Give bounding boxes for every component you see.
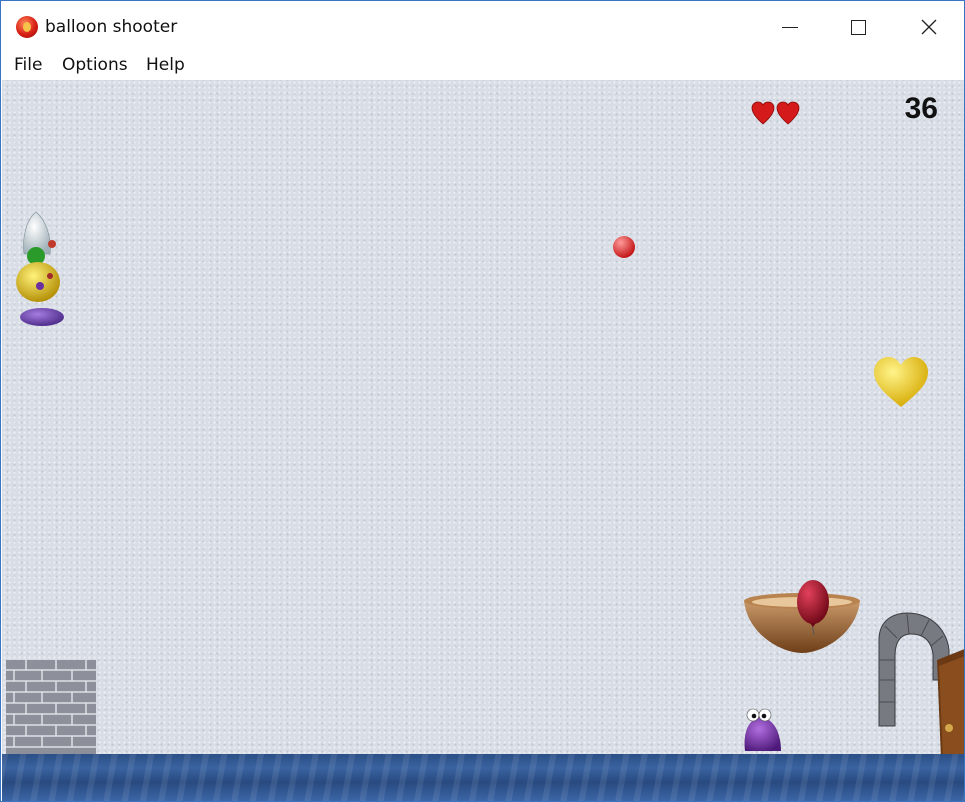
close-button[interactable] [906,7,952,47]
menu-bar: File Options Help [1,51,964,79]
yellow-heart-balloon[interactable] [872,355,930,411]
menu-file[interactable]: File [14,55,42,75]
brick-wall [6,660,96,755]
minimize-button[interactable] [766,7,812,47]
water-surface [2,754,964,801]
menu-options[interactable]: Options [62,55,128,75]
purple-creature [744,708,781,751]
window-title: balloon shooter [45,17,178,37]
stone-archway [878,612,964,760]
score-counter: 36 [904,92,938,125]
clown-player [16,211,64,326]
maximize-button[interactable] [835,7,881,47]
game-window: balloon shooter File Options Help 36 [0,0,965,802]
lives-hearts [751,101,800,125]
wooden-bowl [744,580,860,653]
title-bar[interactable]: balloon shooter [1,1,964,51]
ball-projectile [613,236,635,258]
heart-icon [751,101,775,125]
game-canvas[interactable]: 36 [2,80,964,801]
menu-help[interactable]: Help [146,55,185,75]
balloon-app-icon[interactable] [16,16,38,38]
close-icon [921,19,937,35]
heart-icon [776,101,800,125]
